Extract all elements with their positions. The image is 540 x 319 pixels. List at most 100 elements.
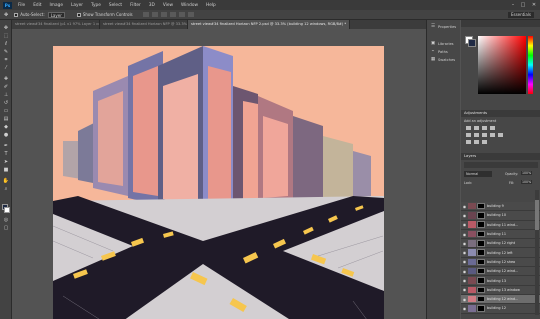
menu-window[interactable]: Window (181, 3, 198, 8)
align-right-icon[interactable] (187, 12, 194, 17)
menu-help[interactable]: Help (206, 3, 216, 8)
menu-edit[interactable]: Edit (33, 3, 41, 8)
zoom-tool[interactable]: ⌕ (2, 185, 10, 192)
background-color-swatch[interactable] (4, 207, 10, 213)
marquee-tool[interactable]: ⬚ (2, 32, 10, 39)
visibility-eye-icon[interactable]: ◉ (461, 278, 468, 283)
layer-mask-thumbnail[interactable] (477, 286, 485, 294)
visibility-eye-icon[interactable]: ◉ (461, 222, 468, 227)
visibility-eye-icon[interactable]: ◉ (461, 241, 468, 246)
auto-select-dropdown[interactable]: Layer (47, 11, 65, 18)
workspace-switcher[interactable]: Essentials (507, 12, 534, 18)
show-transform-checkbox[interactable] (76, 12, 81, 17)
black-white-adjustment-icon[interactable] (490, 133, 495, 137)
exposure-adjustment-icon[interactable] (490, 126, 495, 130)
dodge-tool[interactable]: ● (2, 131, 10, 138)
photo-filter-adjustment-icon[interactable] (498, 133, 503, 137)
color-balance-adjustment-icon[interactable] (482, 133, 487, 137)
layer-mask-thumbnail[interactable] (477, 240, 485, 247)
libraries-panel-button[interactable]: ▣ Libraries (430, 41, 454, 46)
layer-mask-thumbnail[interactable] (477, 267, 485, 275)
layer-row[interactable]: ◉ building 12 (461, 304, 540, 314)
document-tab[interactable]: street view#34 finalized Horizon NFP @ 3… (100, 20, 188, 29)
auto-select-checkbox[interactable] (14, 12, 19, 17)
blur-tool[interactable]: ◆ (2, 123, 10, 130)
document-canvas[interactable] (53, 46, 384, 319)
layer-row[interactable]: ◉ building 13 (461, 276, 540, 286)
layer-row[interactable]: ◉ building 11 wind... (461, 220, 540, 230)
paths-panel-button[interactable]: ⌁ Paths (430, 49, 448, 54)
fill-field[interactable]: 100% (521, 180, 533, 184)
hue-saturation-adjustment-icon[interactable] (474, 133, 479, 137)
curves-adjustment-icon[interactable] (482, 126, 487, 130)
visibility-eye-icon[interactable]: ◉ (461, 287, 468, 292)
scrollbar-thumb[interactable] (535, 200, 539, 230)
hue-slider[interactable] (528, 36, 533, 94)
quick-select-tool[interactable]: ✎ (2, 48, 10, 55)
menu-filter[interactable]: Filter (130, 3, 141, 8)
layer-row[interactable]: ◉ building 12 left (461, 248, 540, 258)
align-bottom-icon[interactable] (160, 12, 167, 17)
opacity-field[interactable]: 100% (521, 171, 533, 175)
canvas-area[interactable] (12, 29, 426, 319)
menu-3d[interactable]: 3D (149, 3, 155, 8)
visibility-eye-icon[interactable]: ◉ (461, 259, 468, 264)
align-top-icon[interactable] (142, 12, 149, 17)
brush-tool[interactable]: ✐ (2, 83, 10, 90)
menu-type[interactable]: Type (91, 3, 101, 8)
visibility-eye-icon[interactable]: ◉ (461, 213, 468, 218)
hand-tool[interactable]: ✋ (2, 177, 10, 184)
shape-tool[interactable]: ■ (2, 166, 10, 173)
document-tab-active[interactable]: street view#34 finalized Horizon NFP 2.p… (188, 20, 351, 29)
eyedropper-tool[interactable]: ⁄ (2, 64, 10, 71)
healing-brush-tool[interactable]: ✚ (2, 75, 10, 82)
visibility-eye-icon[interactable]: ◉ (461, 250, 468, 255)
menu-image[interactable]: Image (50, 3, 63, 8)
crop-tool[interactable]: ⌗ (2, 56, 10, 63)
menu-view[interactable]: View (163, 3, 173, 8)
layer-mask-thumbnail[interactable] (477, 221, 485, 228)
menu-file[interactable]: File (18, 3, 25, 8)
swatches-panel-button[interactable]: ▦ Swatches (430, 57, 455, 62)
minimize-icon[interactable]: – (508, 0, 518, 10)
menu-layer[interactable]: Layer (71, 3, 83, 8)
screen-mode-icon[interactable]: ▢ (2, 224, 10, 231)
path-select-tool[interactable]: ➤ (2, 158, 10, 165)
brightness-adjustment-icon[interactable] (466, 126, 471, 130)
visibility-eye-icon[interactable]: ◉ (461, 269, 468, 274)
layer-mask-thumbnail[interactable] (477, 212, 485, 219)
layer-row[interactable]: ◉ building 11 (461, 229, 540, 240)
lasso-tool[interactable]: ℓ (2, 40, 10, 47)
eraser-tool[interactable]: ▭ (2, 107, 10, 114)
posterize-adjustment-icon[interactable] (474, 140, 479, 144)
type-tool[interactable]: T (2, 150, 10, 157)
gradient-tool[interactable]: ▤ (2, 115, 10, 122)
layer-row[interactable]: ◉ building 13 window (461, 285, 540, 295)
levels-adjustment-icon[interactable] (474, 126, 479, 130)
layer-mask-thumbnail[interactable] (477, 258, 485, 266)
layer-row[interactable]: ◉ building 12 wind... (461, 267, 540, 277)
threshold-adjustment-icon[interactable] (482, 140, 487, 144)
layer-mask-thumbnail[interactable] (477, 277, 485, 284)
layer-row[interactable]: ◉ building 9 (461, 202, 540, 212)
layer-row[interactable]: ◉ building 12 wind... (461, 294, 540, 305)
align-left-icon[interactable] (169, 12, 176, 17)
visibility-eye-icon[interactable]: ◉ (461, 297, 468, 302)
layer-mask-thumbnail[interactable] (477, 305, 485, 312)
align-center-icon[interactable] (178, 12, 185, 17)
color-picker-field[interactable] (478, 36, 526, 94)
quick-mask-icon[interactable]: ◎ (2, 216, 10, 223)
layer-filter-bar[interactable] (464, 162, 538, 168)
invert-adjustment-icon[interactable] (466, 140, 471, 144)
layer-row[interactable]: ◉ building 10 (461, 211, 540, 221)
layer-mask-thumbnail[interactable] (477, 230, 485, 238)
layer-row[interactable]: ◉ building 12 right (461, 239, 540, 249)
vibrance-adjustment-icon[interactable] (466, 133, 471, 137)
layer-row[interactable]: ◉ building 12 shea (461, 257, 540, 268)
visibility-eye-icon[interactable]: ◉ (461, 204, 468, 209)
properties-panel-button[interactable]: ☰ Properties (430, 24, 456, 29)
clone-stamp-tool[interactable]: ⊥ (2, 91, 10, 98)
maximize-icon[interactable]: □ (518, 0, 528, 10)
visibility-eye-icon[interactable]: ◉ (461, 306, 468, 311)
layer-mask-thumbnail[interactable] (477, 295, 485, 303)
